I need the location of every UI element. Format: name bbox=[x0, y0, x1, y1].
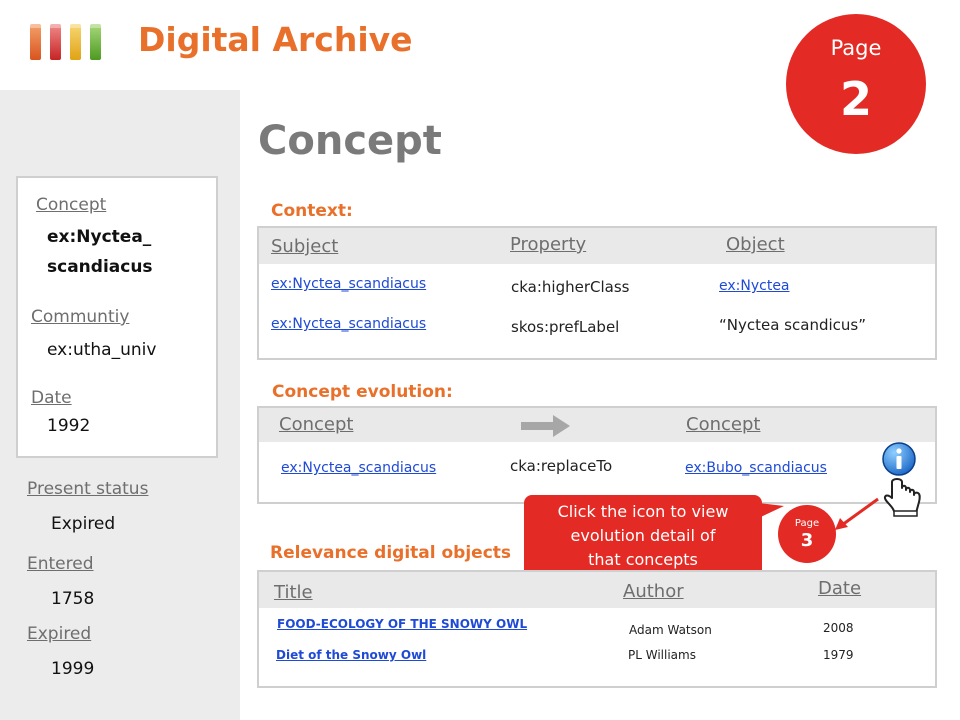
context-col-subject: Subject bbox=[271, 236, 339, 257]
relevance-row2-author: PL Williams bbox=[628, 648, 696, 662]
evolution-relation: cka:replaceTo bbox=[510, 457, 613, 475]
page-3-badge-label: Page bbox=[794, 518, 820, 529]
context-col-property: Property bbox=[510, 234, 587, 255]
concept-value-line2: scandiacus bbox=[47, 257, 153, 277]
concept-label: Concept bbox=[36, 195, 107, 215]
expired-value: 1999 bbox=[51, 659, 95, 679]
evolution-table bbox=[257, 406, 937, 504]
evolution-table-header bbox=[259, 408, 935, 442]
info-hand-cursor-icon[interactable] bbox=[876, 438, 926, 518]
page-badge: Page 2 bbox=[786, 14, 926, 154]
evolution-heading: Concept evolution: bbox=[272, 382, 453, 402]
concept-value-line1: ex:Nyctea_ bbox=[47, 227, 152, 247]
date-value: 1992 bbox=[47, 416, 91, 436]
context-row1-property: cka:higherClass bbox=[511, 278, 630, 296]
expired-label: Expired bbox=[27, 624, 92, 644]
context-col-object: Object bbox=[726, 234, 785, 255]
relevance-col-title: Title bbox=[274, 582, 313, 603]
relevance-col-author: Author bbox=[623, 581, 684, 602]
context-row2-object: “Nyctea scandicus” bbox=[719, 316, 866, 334]
page-badge-label: Page bbox=[830, 36, 882, 60]
context-table-header bbox=[259, 228, 935, 264]
present-status-value: Expired bbox=[51, 514, 116, 534]
brand-title: Digital Archive bbox=[138, 20, 413, 59]
entered-value: 1758 bbox=[51, 589, 95, 609]
relevance-row2-date: 1979 bbox=[823, 648, 854, 662]
callout-line2: evolution detail of bbox=[570, 526, 716, 545]
context-row1-subject-link[interactable]: ex:Nyctea_scandiacus bbox=[271, 276, 426, 292]
entered-label: Entered bbox=[27, 554, 94, 574]
community-label: Communtiy bbox=[31, 307, 130, 327]
context-row1-object-link[interactable]: ex:Nyctea bbox=[719, 278, 790, 294]
colored-bars-logo-icon bbox=[28, 24, 103, 60]
context-row2-property: skos:prefLabel bbox=[511, 318, 620, 336]
date-label: Date bbox=[31, 388, 72, 408]
relevance-row1-date: 2008 bbox=[823, 621, 854, 635]
relevance-row1-title-link[interactable]: FOOD-ECOLOGY OF THE SNOWY OWL bbox=[277, 617, 527, 631]
callout-line1: Click the icon to view bbox=[557, 502, 729, 521]
present-status-label: Present status bbox=[27, 479, 149, 499]
concept-value: ex:Nyctea_ scandiacus bbox=[47, 222, 153, 282]
evolution-col-to: Concept bbox=[686, 414, 761, 435]
page-3-badge-number: 3 bbox=[800, 530, 814, 551]
evolution-col-from: Concept bbox=[279, 414, 354, 435]
page-title: Concept bbox=[258, 118, 442, 164]
evolution-from-link[interactable]: ex:Nyctea_scandiacus bbox=[281, 460, 436, 476]
context-heading: Context: bbox=[271, 201, 353, 221]
page-badge-number: 2 bbox=[839, 72, 872, 126]
community-value: ex:utha_univ bbox=[47, 340, 157, 360]
callout-tooltip: Click the icon to view evolution detail … bbox=[524, 495, 762, 581]
relevance-row1-author: Adam Watson bbox=[629, 623, 712, 637]
relevance-heading: Relevance digital objects bbox=[270, 543, 512, 563]
context-row2-subject-link[interactable]: ex:Nyctea_scandiacus bbox=[271, 316, 426, 332]
relevance-col-date: Date bbox=[818, 578, 862, 599]
callout-line3: that concepts bbox=[588, 550, 698, 569]
evolution-to-link[interactable]: ex:Bubo_scandiacus bbox=[685, 460, 827, 476]
relevance-row2-title-link[interactable]: Diet of the Snowy Owl bbox=[276, 648, 426, 662]
arrow-right-icon bbox=[521, 415, 570, 437]
page-3-badge[interactable]: Page 3 bbox=[778, 505, 836, 563]
pointer-arrow-icon bbox=[835, 497, 879, 530]
